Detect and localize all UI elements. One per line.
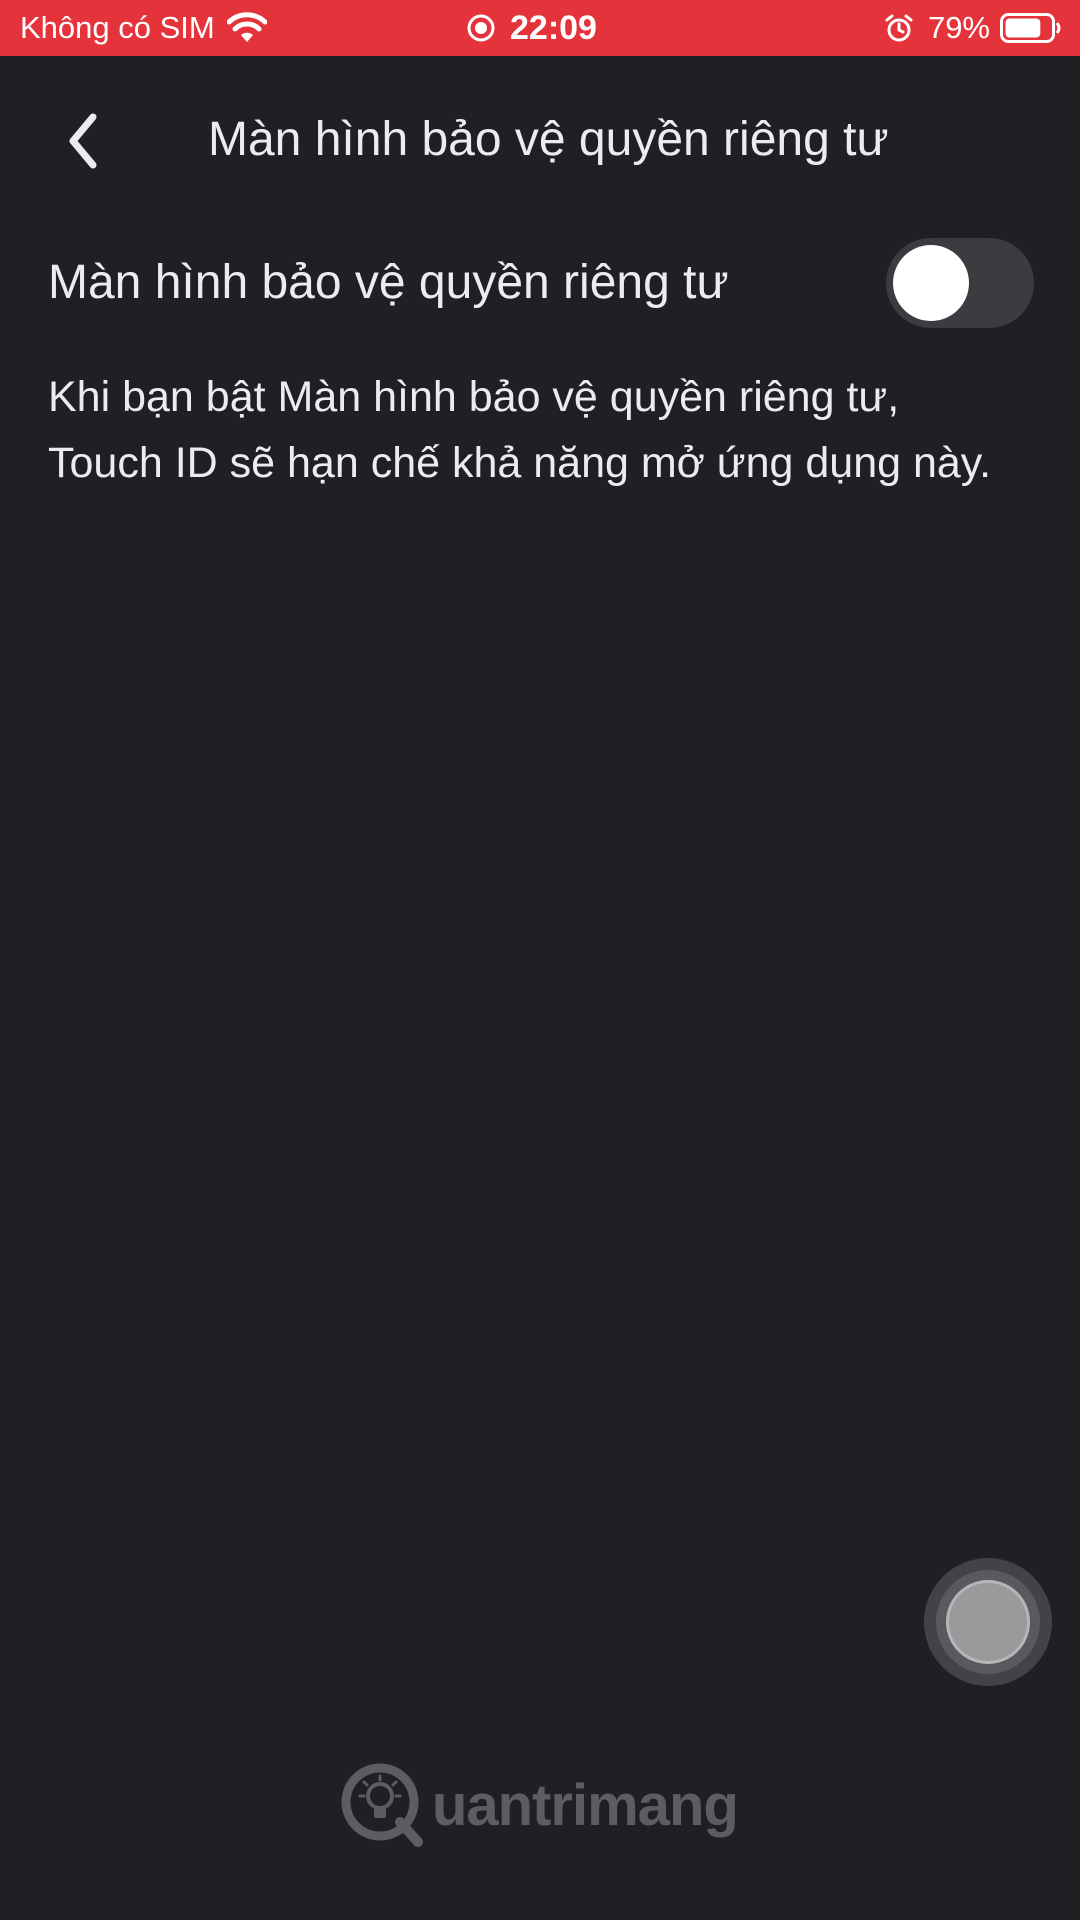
carrier-label: Không có SIM (20, 10, 215, 45)
status-bar-left: Không có SIM (20, 0, 267, 56)
watermark-logo: uantrimang (340, 1760, 739, 1850)
toggle-knob (893, 245, 969, 321)
privacy-screen-description: Khi bạn bật Màn hình bảo vệ quyền riêng … (48, 373, 992, 487)
alarm-icon (884, 13, 914, 43)
back-button[interactable] (48, 106, 118, 176)
battery-percent: 79% (927, 10, 990, 45)
battery-icon (1000, 13, 1062, 43)
chevron-left-icon (63, 111, 103, 171)
assistive-touch-center (946, 1580, 1030, 1664)
privacy-screen-toggle[interactable] (886, 238, 1034, 328)
status-bar: Không có SIM 22:09 79% (0, 0, 1080, 56)
page-title: Màn hình bảo vệ quyền riêng tư (208, 113, 889, 166)
wifi-icon (226, 12, 267, 44)
lightbulb-q-icon (340, 1762, 426, 1848)
privacy-screen-label: Màn hình bảo vệ quyền riêng tư (48, 256, 729, 309)
assistive-touch-button[interactable] (924, 1558, 1052, 1686)
privacy-screen-setting-row: Màn hình bảo vệ quyền riêng tư (0, 230, 1080, 336)
clock: 22:09 (510, 8, 597, 47)
status-bar-center: 22:09 (466, 0, 597, 56)
screen-record-icon (466, 13, 496, 43)
watermark-text: uantrimang (432, 1772, 739, 1838)
navigation-bar: Màn hình bảo vệ quyền riêng tư (0, 56, 1080, 221)
status-bar-right: 79% (884, 0, 1062, 56)
